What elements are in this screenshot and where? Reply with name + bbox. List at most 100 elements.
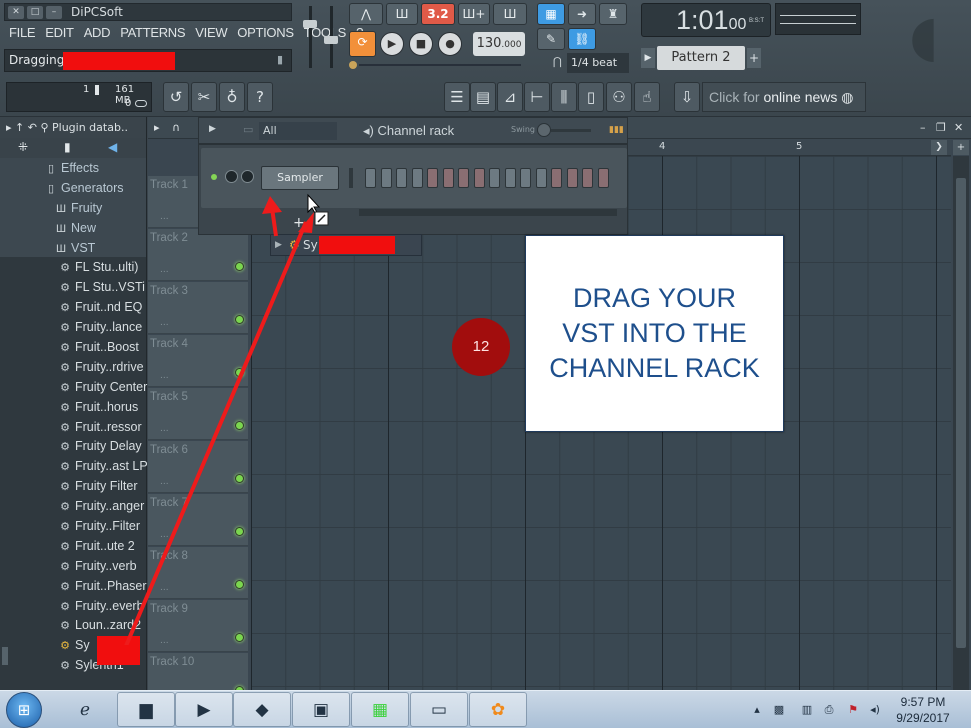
browser-plugin-item[interactable]: ⚙ Fruity..rdrive [0,357,146,377]
menu-item-add[interactable]: ADD [79,24,116,44]
file-explorer-icon[interactable]: ▆ [117,692,175,727]
typing-keyboard-icon[interactable]: ▦ [537,3,565,25]
start-button-icon[interactable]: ⊞ [6,692,42,728]
song-position-handle[interactable] [349,61,357,69]
browser-plugin-item[interactable]: ⚙ FL Stu..VSTi [0,277,146,297]
network-icon[interactable]: ▥ [800,703,814,717]
step-button[interactable] [520,168,531,188]
link-icon[interactable]: ⛓ [568,28,596,50]
playlist-icon[interactable]: ☰ [444,82,470,112]
step-button[interactable] [427,168,438,188]
swing-slider[interactable] [551,129,591,132]
menu-item-patterns[interactable]: PATTERNS [115,24,190,44]
browser-plugin-item[interactable]: ⚙ Fruit..Boost [0,337,146,357]
tempo-display[interactable]: 130.000 [473,32,525,56]
step-button[interactable] [597,168,609,188]
magnet-icon[interactable]: ⋂ [553,55,562,68]
browser-plugin-item[interactable]: ⚙ Fruit..ressor [0,417,146,437]
collapse-icon[interactable]: ⁜ [18,140,28,154]
add-pattern-icon[interactable]: + [747,48,761,68]
step-button[interactable] [489,168,500,188]
track-options-icon[interactable]: ... [160,530,169,540]
step-edit-icon[interactable]: Ш+ [458,3,490,25]
track-options-icon[interactable]: ... [160,424,169,434]
maximize-icon[interactable]: □ [27,6,43,19]
channel-pan-knob[interactable] [225,170,238,183]
step-button[interactable] [566,168,578,188]
step-button[interactable] [442,168,454,188]
track-options-icon[interactable]: ... [160,636,169,646]
playlist-vertical-scrollbar[interactable] [953,156,969,690]
record-icon[interactable]: ● [438,32,462,56]
playlist-magnet-icon[interactable]: ∩ [172,121,180,134]
channel-name-button[interactable]: Sampler [261,166,339,190]
browser-folder[interactable]: Ш New [0,217,146,238]
browser-plugin-item[interactable]: ⚙ Fruit..nd EQ [0,297,146,317]
browser-folder[interactable]: Ш VST [0,237,146,258]
cut-icon[interactable]: ✂ [191,82,217,112]
pattern-name[interactable]: Pattern 2 [657,46,745,70]
track-mute-led[interactable] [235,527,244,536]
track-mute-led[interactable] [235,262,244,271]
playlist-minimize-icon[interactable]: – [920,121,926,134]
step-button[interactable] [396,168,407,188]
playlist-close-icon[interactable]: ✕ [954,121,963,134]
usb-icon[interactable]: ⎙ [822,703,836,717]
browser-plugin-item[interactable]: ⚙ Fruity..anger [0,496,146,516]
song-position-track[interactable] [359,64,521,66]
close-window-icon[interactable]: ✕ [8,6,24,19]
playlist-restore-icon[interactable]: ❐ [936,121,946,134]
track-mute-led[interactable] [235,421,244,430]
volume-icon[interactable]: ◂) [868,703,882,717]
browser-plugin-item[interactable]: ⚙ Fruity..ast LP [0,456,148,476]
track-mute-led[interactable] [235,315,244,324]
step-button[interactable] [411,168,423,188]
browser-plugin-item[interactable]: ⚙ Fruity..lance [0,317,146,337]
track-options-icon[interactable]: ... [160,318,169,328]
browser-scroll-thumb[interactable] [2,647,8,665]
sticky-notes-icon[interactable]: ◆ [233,692,291,727]
scroll-right-icon[interactable]: ❯ [931,140,947,155]
stop-icon[interactable]: ■ [409,32,433,56]
track-header[interactable]: Track 2... [148,229,248,281]
piano-roll-icon[interactable]: ⊿ [497,82,523,112]
browser-folder[interactable]: Ш Fruity [0,197,146,218]
browser-plugin-item[interactable]: ⚙ Fruity Delay [0,436,146,456]
countdown-display[interactable]: 3.2 [421,3,455,25]
plugin-picker-icon[interactable]: ⚇ [606,82,632,112]
action-center-icon[interactable]: ⚑ [846,703,860,717]
channel-rack-menu-icon[interactable]: ▶ [209,124,216,134]
browser-plugin-item[interactable]: ⚙ Fruity Center [0,377,147,397]
track-options-icon[interactable]: ... [160,583,169,593]
browser-plugin-item[interactable]: ⚙ Fruit..Phaser [0,576,147,596]
online-news-button[interactable]: Click for online news ◍ [702,82,866,112]
track-mute-led[interactable] [235,368,244,377]
download-icon[interactable]: ⇩ [674,82,700,112]
channel-rack-icon[interactable]: ⊢ [524,82,550,112]
step-button[interactable] [365,168,376,188]
playlist-scroll-thumb[interactable] [956,178,966,648]
track-options-icon[interactable]: ... [160,265,169,275]
mixer-icon[interactable]: ⫼ [551,82,577,112]
undo-icon[interactable]: ↺ [163,82,189,112]
photo-viewer-icon[interactable]: ▭ [410,692,468,727]
microphone-icon[interactable]: ♁ [219,82,245,112]
channel-rack-scrollbar[interactable] [359,209,617,216]
add-channel-icon[interactable]: + [293,215,305,231]
mixer-knob-icon[interactable]: ♜ [599,3,627,25]
step-button[interactable] [504,168,516,188]
browser-folder[interactable]: ▯ Generators [0,177,146,198]
play-icon[interactable]: ▶ [380,32,404,56]
channel-volume-knob[interactable] [241,170,254,183]
track-mute-led[interactable] [235,580,244,589]
step-button[interactable] [582,168,593,188]
tray-app-icon[interactable]: ▩ [772,703,786,717]
arrow-right-icon[interactable]: ➜ [568,3,596,25]
graph-editor-icon[interactable]: ▮▮▮ [609,125,624,135]
track-header[interactable]: Track 8... [148,547,248,599]
browser-plugin-item[interactable]: ⚙ Fruity Filter [0,476,146,496]
track-header[interactable]: Track 5... [148,388,248,440]
track-options-icon[interactable]: ... [160,477,169,487]
master-volume-handle[interactable] [303,20,317,28]
snap-select[interactable]: 1/4 beat [567,53,629,73]
